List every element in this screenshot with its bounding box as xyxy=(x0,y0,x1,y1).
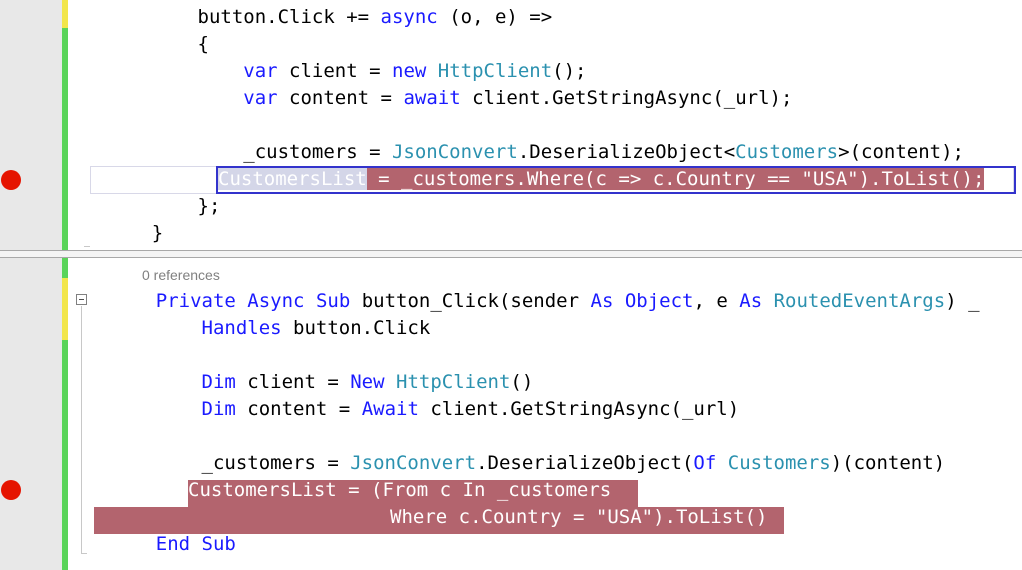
keyword-token: New xyxy=(350,371,385,393)
keyword-token: Async xyxy=(247,290,305,312)
type-token: JsonConvert xyxy=(350,452,477,474)
outline-guide-line xyxy=(81,306,82,554)
keyword-token: As xyxy=(590,290,614,312)
code-text: .DeserializeObject( xyxy=(476,452,694,474)
breakpoint-gutter[interactable] xyxy=(0,258,62,570)
type-token: HttpClient xyxy=(437,60,553,82)
code-text: button_Click(sender xyxy=(350,290,591,312)
code-text: } xyxy=(106,222,164,244)
code-text: ) _ xyxy=(945,290,980,312)
highlighted-statement-line-2: Where c.Country = "USA").ToList() xyxy=(390,506,768,528)
code-text: (); xyxy=(552,60,587,82)
keyword-token: As xyxy=(739,290,763,312)
code-line: Handles button.Click xyxy=(110,315,431,342)
type-token: JsonConvert xyxy=(391,141,518,163)
code-line: var client = new HttpClient(); xyxy=(106,58,587,85)
keyword-token: End xyxy=(155,533,191,555)
type-token: HttpClient xyxy=(396,371,511,393)
keyword-token: Dim xyxy=(201,398,236,420)
code-line: End Sub xyxy=(110,531,236,558)
code-text: >(content); xyxy=(838,141,964,163)
code-line: Dim client = New HttpClient() xyxy=(110,369,534,396)
code-line: }; xyxy=(106,193,221,220)
code-text: () xyxy=(510,371,534,393)
code-text: Click += xyxy=(277,6,381,28)
keyword-token: Sub xyxy=(315,290,351,312)
keyword-token: Of xyxy=(693,452,717,474)
current-statement-box xyxy=(216,166,1016,194)
code-line: } xyxy=(106,220,163,247)
type-token: RoutedEventArgs xyxy=(773,290,946,312)
type-token: Customers xyxy=(727,452,831,474)
keyword-token: Private xyxy=(155,290,236,312)
keyword-token: async xyxy=(380,6,438,28)
code-text: _customers = xyxy=(110,452,351,474)
code-text: , e xyxy=(693,290,740,312)
code-text: button. xyxy=(106,6,278,28)
code-text: )(content) xyxy=(830,452,946,474)
code-text: client.GetStringAsync(_url) xyxy=(418,398,740,420)
highlighted-statement-line-1: CustomersList = (From c In _customers xyxy=(188,479,612,501)
code-text: .DeserializeObject< xyxy=(517,141,736,163)
code-line: var content = await client.GetStringAsyn… xyxy=(106,85,792,112)
code-text: client = xyxy=(235,371,351,393)
outline-end-marker xyxy=(84,246,90,247)
code-text: button.Click xyxy=(281,317,431,339)
outline-end-marker xyxy=(81,553,87,554)
breakpoint-gutter[interactable] xyxy=(0,0,62,250)
keyword-token: Handles xyxy=(201,317,282,339)
code-line: button.Click += async (o, e) => xyxy=(106,4,553,31)
code-text: { xyxy=(106,33,209,55)
code-line: _customers = JsonConvert.DeserializeObje… xyxy=(110,450,946,477)
code-text: _customers = xyxy=(106,141,392,163)
keyword-token: Await xyxy=(361,398,419,420)
outlining-margin xyxy=(68,0,90,250)
code-text: client.GetStringAsync(_url); xyxy=(460,87,793,109)
keyword-token: var xyxy=(243,60,278,82)
code-text: client = xyxy=(277,60,392,82)
keyword-token: Dim xyxy=(201,371,236,393)
codelens-references[interactable]: 0 references xyxy=(142,267,220,283)
keyword-token: Object xyxy=(624,290,694,312)
keyword-token: await xyxy=(403,87,461,109)
breakpoint-icon[interactable] xyxy=(1,480,21,500)
code-line: Private Async Sub button_Click(sender As… xyxy=(110,288,980,315)
collapse-toggle-icon[interactable] xyxy=(76,294,87,305)
keyword-token: new xyxy=(392,60,427,82)
code-text: content = xyxy=(235,398,362,420)
code-line: _customers = JsonConvert.DeserializeObje… xyxy=(106,139,964,166)
code-line: Dim content = Await client.GetStringAsyn… xyxy=(110,396,740,423)
code-text: }; xyxy=(106,195,221,217)
editor-splitter[interactable] xyxy=(0,250,1022,258)
code-line: { xyxy=(106,31,209,58)
csharp-editor-pane[interactable]: button.Click += async (o, e) => { var cl… xyxy=(0,0,1022,250)
code-text: content = xyxy=(277,87,404,109)
code-text: (o, e) => xyxy=(437,6,553,28)
vb-editor-pane[interactable]: 0 references Private Async Sub button_Cl… xyxy=(0,258,1022,570)
keyword-token: var xyxy=(243,87,278,109)
type-token: Customers xyxy=(735,141,839,163)
breakpoint-icon[interactable] xyxy=(1,170,21,190)
keyword-token: Sub xyxy=(201,533,236,555)
